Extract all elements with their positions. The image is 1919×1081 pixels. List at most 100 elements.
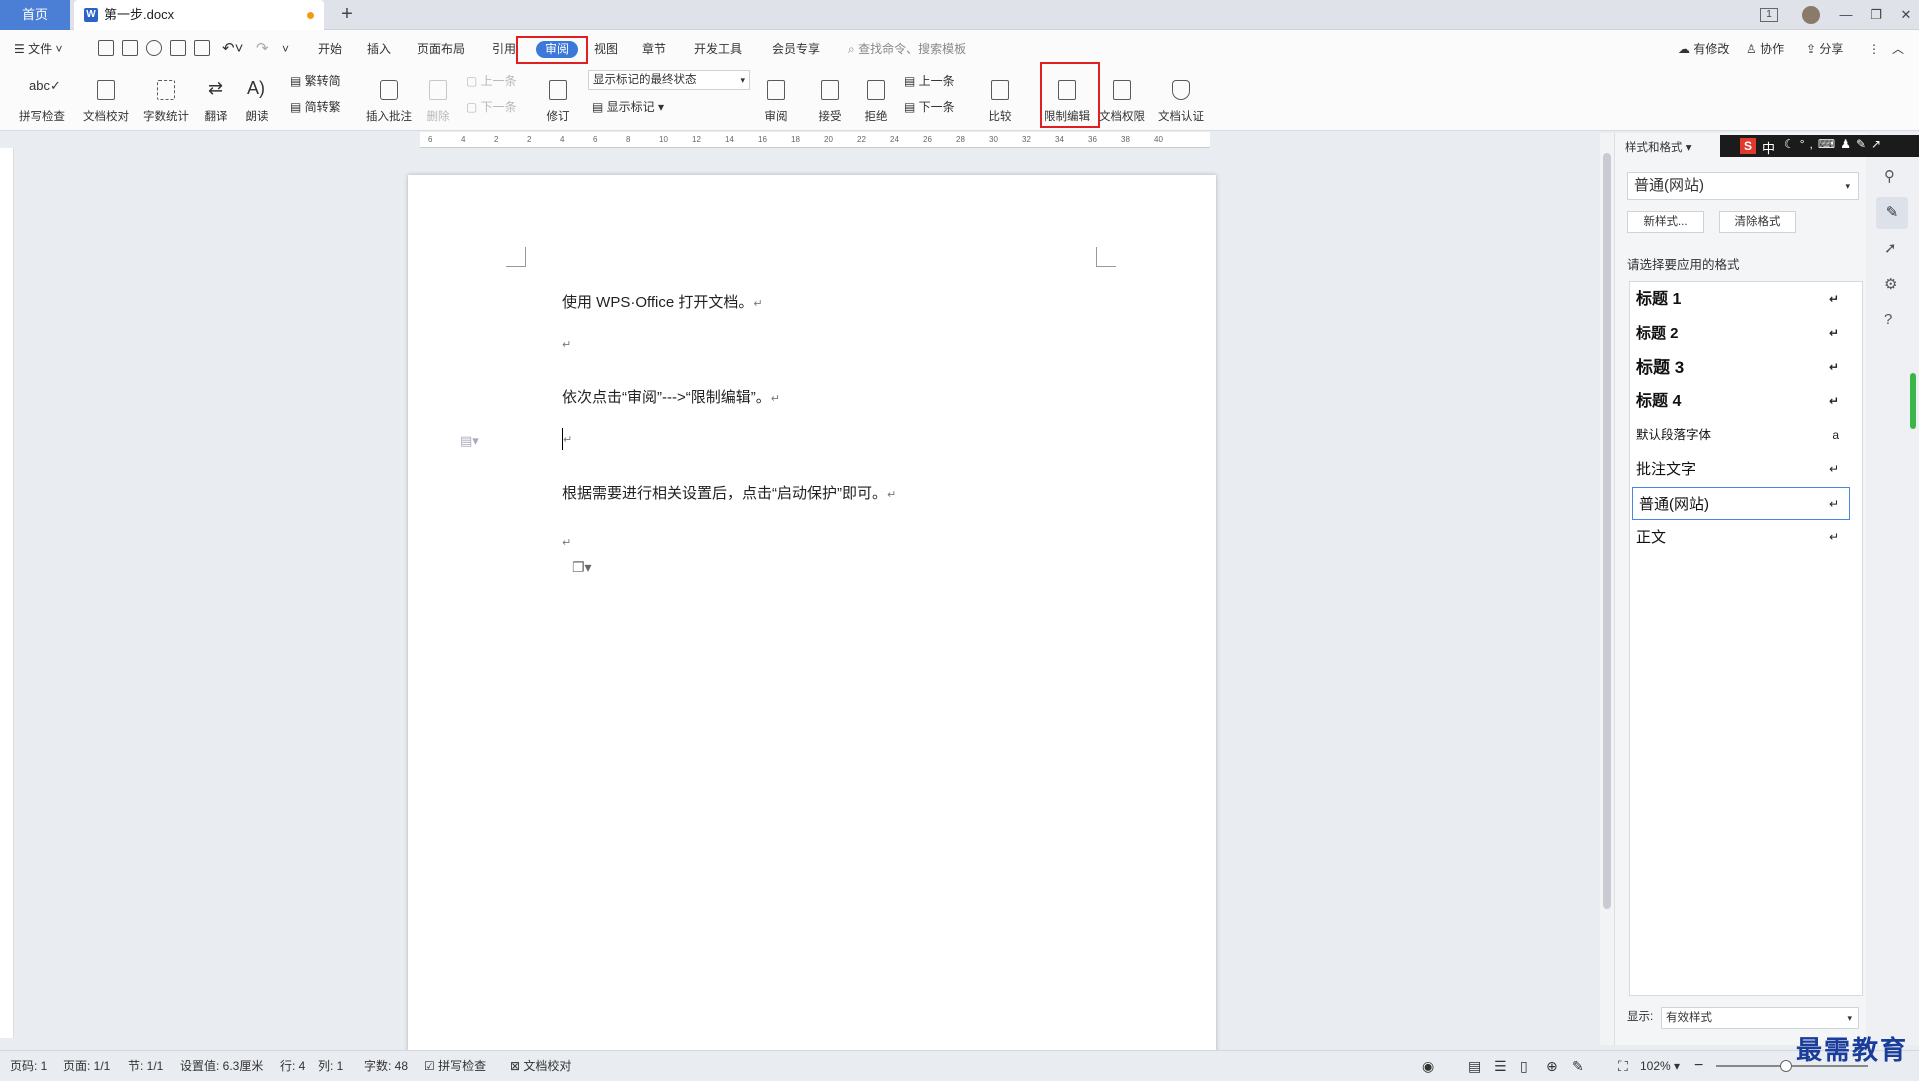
status-proofread[interactable]: ⊠ 文档校对	[510, 1051, 571, 1081]
restore-button[interactable]: ❐	[1866, 6, 1886, 24]
horizontal-ruler[interactable]: 6 4 2 2 4 6 8 10 12 14 16 18 20 22 24 26 28 30 32 34 36 38 40	[420, 132, 1210, 148]
select-cursor-icon[interactable]: ➚	[1884, 239, 1897, 257]
new-tab-button[interactable]: +	[332, 0, 362, 30]
print-preview-icon[interactable]	[194, 40, 210, 56]
collapse-ribbon-icon[interactable]: ︿	[1892, 40, 1904, 58]
tab-view[interactable]: 视图	[594, 40, 618, 58]
help-icon[interactable]: ?	[1884, 311, 1892, 328]
format-painter-icon[interactable]	[146, 40, 162, 56]
document-permission-button[interactable]: 文档权限	[1096, 74, 1148, 124]
outline-view-icon[interactable]: ☰	[1494, 1051, 1507, 1081]
current-style-select[interactable]: 普通(网站) ▾	[1627, 172, 1859, 200]
style-edit-icon[interactable]: ✎	[1876, 197, 1908, 229]
collaborate-button[interactable]: ♙ 协作	[1746, 40, 1784, 58]
prev-comment-button[interactable]: ▢ 上一条	[466, 72, 517, 90]
more-icon[interactable]: ⋮	[1868, 40, 1880, 58]
zoom-level[interactable]: 102% ▾	[1640, 1051, 1680, 1081]
settings-sliders-icon[interactable]: ⚙	[1884, 275, 1897, 293]
status-section[interactable]: 节: 1/1	[128, 1051, 163, 1081]
delete-comment-button[interactable]: 删除	[420, 74, 456, 124]
new-style-button[interactable]: 新样式...	[1627, 211, 1704, 233]
window-layout-icon[interactable]: 1	[1760, 8, 1778, 22]
accept-button[interactable]: 接受	[812, 74, 848, 124]
trad-to-simp-button[interactable]: ▤ 繁转简	[290, 72, 341, 90]
command-search[interactable]: ⌕ 查找命令、搜索模板	[848, 40, 966, 58]
compare-button[interactable]: 比较	[980, 74, 1020, 124]
page-view-icon[interactable]: ▤	[1468, 1051, 1481, 1081]
tab-start[interactable]: 开始	[318, 40, 342, 58]
ime-toolbar[interactable]: S 中 ☾°,⌨♟✎↗	[1720, 135, 1919, 157]
show-filter-select[interactable]: 有效样式 ▾	[1661, 1007, 1859, 1029]
style-list[interactable]: 标题 1 ↵ 标题 2 ↵ 标题 3 ↵ 标题 4 ↵ 默认段落字体 a 批注文字 ↵ 普通…	[1629, 281, 1863, 996]
status-page-number[interactable]: 页码: 1	[10, 1051, 47, 1081]
read-aloud-button[interactable]: A) 朗读	[240, 74, 274, 124]
document-certify-button[interactable]: 文档认证	[1154, 74, 1208, 124]
modified-button[interactable]: ☁ 有修改	[1678, 40, 1729, 58]
scrollbar-thumb[interactable]	[1603, 153, 1611, 909]
customize-qat-icon[interactable]: ˅	[282, 40, 289, 58]
style-item-body[interactable]: 正文 ↵	[1630, 521, 1849, 554]
save-icon[interactable]	[122, 40, 138, 56]
document-tab[interactable]: W 第一步.docx	[74, 0, 324, 30]
paste-options-icon[interactable]: ❐▾	[572, 559, 592, 576]
zoom-out-button[interactable]: −	[1694, 1051, 1703, 1081]
simp-to-trad-button[interactable]: ▤ 简转繁	[290, 98, 341, 116]
new-doc-icon[interactable]	[98, 40, 114, 56]
close-button[interactable]: ✕	[1896, 6, 1916, 24]
redo-icon[interactable]: ↷	[256, 40, 269, 58]
print-icon[interactable]	[170, 40, 186, 56]
vertical-scrollbar[interactable]	[1600, 133, 1614, 1045]
status-setting[interactable]: 设置值: 6.3厘米	[180, 1051, 263, 1081]
document-page[interactable]: 使用 WPS·Office 打开文档。↵ ↵ 依次点击“审阅”--->“限制编辑…	[408, 175, 1216, 1055]
track-changes-button[interactable]: 修订	[540, 74, 576, 124]
style-item-comment-text[interactable]: 批注文字 ↵	[1630, 453, 1849, 486]
markup-display-select[interactable]: 显示标记的最终状态 ▾	[588, 70, 750, 90]
reject-button[interactable]: 拒绝	[858, 74, 894, 124]
home-tab[interactable]: 首页	[0, 0, 70, 30]
tab-member[interactable]: 会员专享	[772, 40, 820, 58]
avatar[interactable]	[1802, 6, 1820, 24]
styles-panel-title[interactable]: 样式和格式 ▾	[1625, 139, 1691, 155]
tab-references[interactable]: 引用	[492, 40, 516, 58]
share-button[interactable]: ⇪ 分享	[1806, 40, 1843, 58]
style-item-normal-web[interactable]: 普通(网站) ↵	[1632, 487, 1850, 520]
paragraph-format-icon[interactable]: ▤▾	[460, 433, 479, 449]
zoom-slider-handle[interactable]	[1780, 1060, 1792, 1072]
undo-icon[interactable]: ↶˅	[222, 40, 243, 58]
next-comment-button[interactable]: ▢ 下一条	[466, 98, 517, 116]
web-view-icon[interactable]: ⊕	[1546, 1051, 1558, 1081]
translate-button[interactable]: ⇄ 翻译	[196, 74, 236, 124]
paragraph-2[interactable]: ↵	[562, 335, 571, 352]
insert-comment-button[interactable]: 插入批注	[362, 74, 416, 124]
status-spell-check[interactable]: ☑ 拼写检查	[424, 1051, 486, 1081]
style-item-heading-1[interactable]: 标题 1 ↵	[1630, 283, 1849, 316]
file-menu[interactable]: ☰ 文件 ˅	[14, 40, 62, 58]
paragraph-5[interactable]: 根据需要进行相关设置后，点击“启动保护”即可。↵	[562, 482, 896, 503]
style-item-heading-3[interactable]: 标题 3 ↵	[1630, 351, 1849, 384]
eye-protection-icon[interactable]: ◉	[1422, 1051, 1434, 1081]
paragraph-6[interactable]: ↵	[562, 533, 571, 550]
status-word-count[interactable]: 字数: 48	[364, 1051, 408, 1081]
proofread-button[interactable]: 文档校对	[78, 74, 134, 124]
paragraph-1[interactable]: 使用 WPS·Office 打开文档。↵	[562, 291, 763, 312]
clear-format-button[interactable]: 清除格式	[1719, 211, 1796, 233]
tab-insert[interactable]: 插入	[367, 40, 391, 58]
status-page-count[interactable]: 页面: 1/1	[63, 1051, 110, 1081]
paragraph-3[interactable]: 依次点击“审阅”--->“限制编辑”。↵	[562, 386, 780, 407]
show-markup-button[interactable]: ▤ 显示标记 ▾	[592, 98, 664, 116]
style-item-default-font[interactable]: 默认段落字体 a	[1630, 419, 1849, 452]
status-column[interactable]: 列: 1	[318, 1051, 343, 1081]
spell-check-button[interactable]: abc✓ 拼写检查	[12, 74, 72, 124]
word-count-button[interactable]: 字数统计	[138, 74, 194, 124]
prev-change-button[interactable]: ▤ 上一条	[904, 72, 955, 90]
minimize-button[interactable]: —	[1836, 6, 1856, 24]
paragraph-4[interactable]: ↵	[562, 428, 572, 450]
pen-icon[interactable]: ✎	[1572, 1051, 1584, 1081]
next-change-button[interactable]: ▤ 下一条	[904, 98, 955, 116]
status-row[interactable]: 行: 4	[280, 1051, 305, 1081]
review-pane-button[interactable]: 审阅	[756, 74, 796, 124]
tab-developer[interactable]: 开发工具	[694, 40, 742, 58]
fit-page-icon[interactable]: ⛶	[1618, 1051, 1628, 1081]
tab-page-layout[interactable]: 页面布局	[417, 40, 465, 58]
style-item-heading-2[interactable]: 标题 2 ↵	[1630, 317, 1849, 350]
